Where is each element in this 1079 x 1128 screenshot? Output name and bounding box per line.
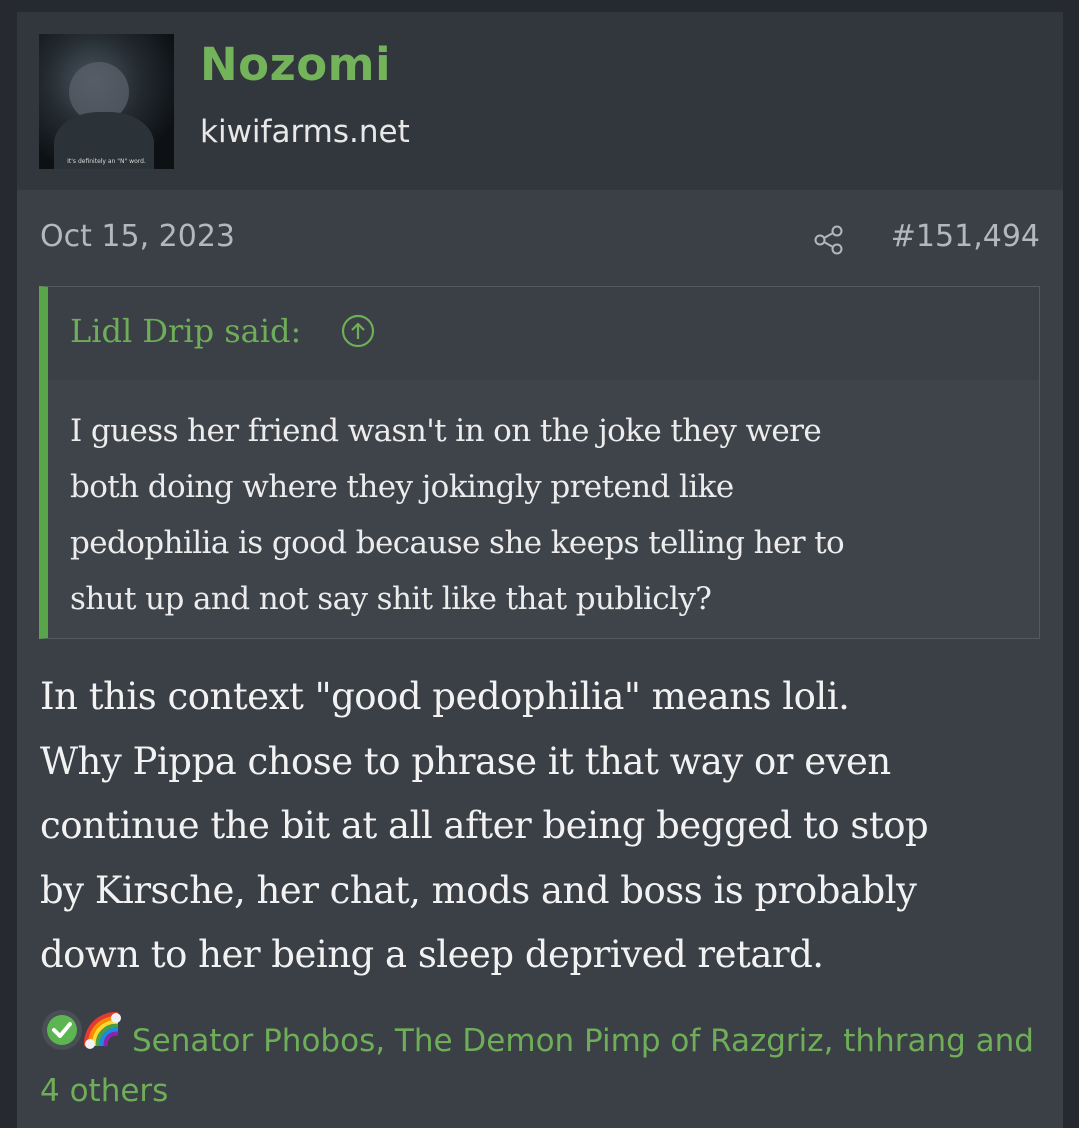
post-header: It's definitely an "N" word. Nozomi kiwi… — [17, 12, 1063, 190]
post-number-link[interactable]: #151,494 — [891, 222, 1040, 252]
quote-line: pedophilia is good because she keeps tel… — [70, 525, 845, 561]
message-line: down to her being a sleep deprived retar… — [40, 933, 824, 976]
message-line: by Kirsche, her chat, mods and boss is p… — [40, 868, 917, 912]
quote-line: I guess her friend wasn't in on the joke… — [70, 413, 822, 449]
avatar[interactable]: It's definitely an "N" word. — [39, 34, 174, 169]
avatar-caption: It's definitely an "N" word. — [67, 158, 146, 165]
username-link[interactable]: Nozomi — [200, 42, 391, 87]
quote-line: shut up and not say shit like that publi… — [70, 581, 712, 617]
quote-header: Lidl Drip said: — [48, 287, 1039, 380]
post-message: In this context "good pedophilia" means … — [40, 665, 1050, 988]
quote-line: both doing where they jokingly pretend l… — [70, 469, 734, 505]
site-name: kiwifarms.net — [200, 114, 410, 150]
message-line: Why Pippa chose to phrase it that way or… — [40, 739, 891, 783]
quote-text: I guess her friend wasn't in on the joke… — [70, 403, 1020, 627]
message-line: In this context "good pedophilia" means … — [40, 675, 850, 718]
quote-author-link[interactable]: Lidl Drip said: — [70, 315, 301, 347]
reactions-bar[interactable]: Senator Phobos, The Demon Pimp of Razgri… — [40, 1008, 1040, 1109]
post-date[interactable]: Oct 15, 2023 — [40, 222, 235, 252]
share-icon[interactable] — [812, 223, 846, 257]
quote-block: Lidl Drip said: I guess her friend wasn'… — [39, 286, 1040, 639]
message-line: continue the bit at all after being begg… — [40, 804, 929, 847]
reaction-users-link[interactable]: Senator Phobos, The Demon Pimp of Razgri… — [40, 1016, 1040, 1116]
post-container: It's definitely an "N" word. Nozomi kiwi… — [17, 12, 1063, 1128]
arrow-up-circle-icon[interactable] — [340, 313, 376, 349]
